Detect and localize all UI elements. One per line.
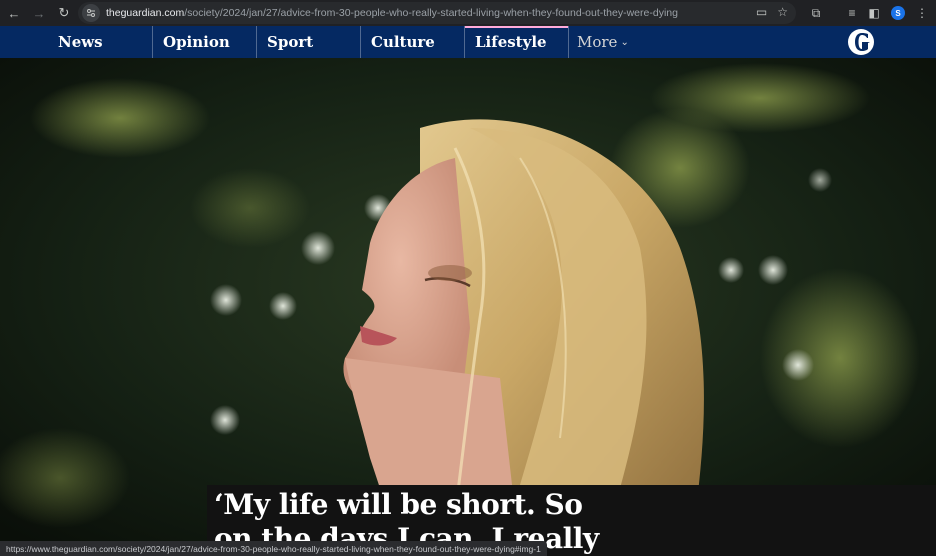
menu-kebab-icon[interactable]: ⋮ [912,3,932,23]
back-arrow-icon[interactable]: ← [3,2,25,24]
bookmark-star-icon[interactable]: ☆ [777,5,788,19]
headline-line-1: ‘My life will be short. So [214,488,583,521]
browser-toolbar: ← → ↻ theguardian.com/society/2024/jan/2… [0,0,936,26]
hero-image[interactable] [0,58,936,556]
nav-more-button[interactable]: More ⌄ [568,26,629,58]
nav-culture[interactable]: Culture [360,26,464,58]
reading-list-icon[interactable]: ≡ [842,3,862,23]
side-panel-icon[interactable]: ◧ [864,3,884,23]
active-indicator [465,26,568,28]
url-text: theguardian.com/society/2024/jan/27/advi… [106,7,678,19]
forward-arrow-icon[interactable]: → [28,2,50,24]
nav-lifestyle[interactable]: Lifestyle [464,26,568,58]
profile-initial: S [891,6,905,20]
nav-lifestyle-label: Lifestyle [475,33,547,51]
reload-icon[interactable]: ↻ [53,2,75,24]
nav-more-label: More [577,33,618,51]
address-bar[interactable]: theguardian.com/society/2024/jan/27/advi… [78,2,796,24]
nav-opinion[interactable]: Opinion [152,26,256,58]
link-status-bar: https://www.theguardian.com/society/2024… [0,541,547,556]
site-navigation: News Opinion Sport Culture Lifestyle Mor… [0,26,936,58]
hero-photo-woman [0,58,936,556]
nav-news-label: News [58,33,103,51]
site-info-icon[interactable] [82,4,100,22]
profile-avatar[interactable]: S [888,3,908,23]
nav-sport[interactable]: Sport [256,26,360,58]
nav-opinion-label: Opinion [163,33,230,51]
url-host: theguardian.com [106,7,185,19]
chevron-down-icon: ⌄ [620,36,629,48]
guardian-logo-icon[interactable] [847,28,875,56]
nav-sport-label: Sport [267,33,314,51]
nav-news[interactable]: News [48,26,152,58]
nav-culture-label: Culture [371,33,435,51]
extensions-icon[interactable]: ⧉ [806,3,826,23]
cast-icon[interactable]: ▭ [756,5,767,19]
url-path: /society/2024/jan/27/advice-from-30-peop… [184,7,678,19]
